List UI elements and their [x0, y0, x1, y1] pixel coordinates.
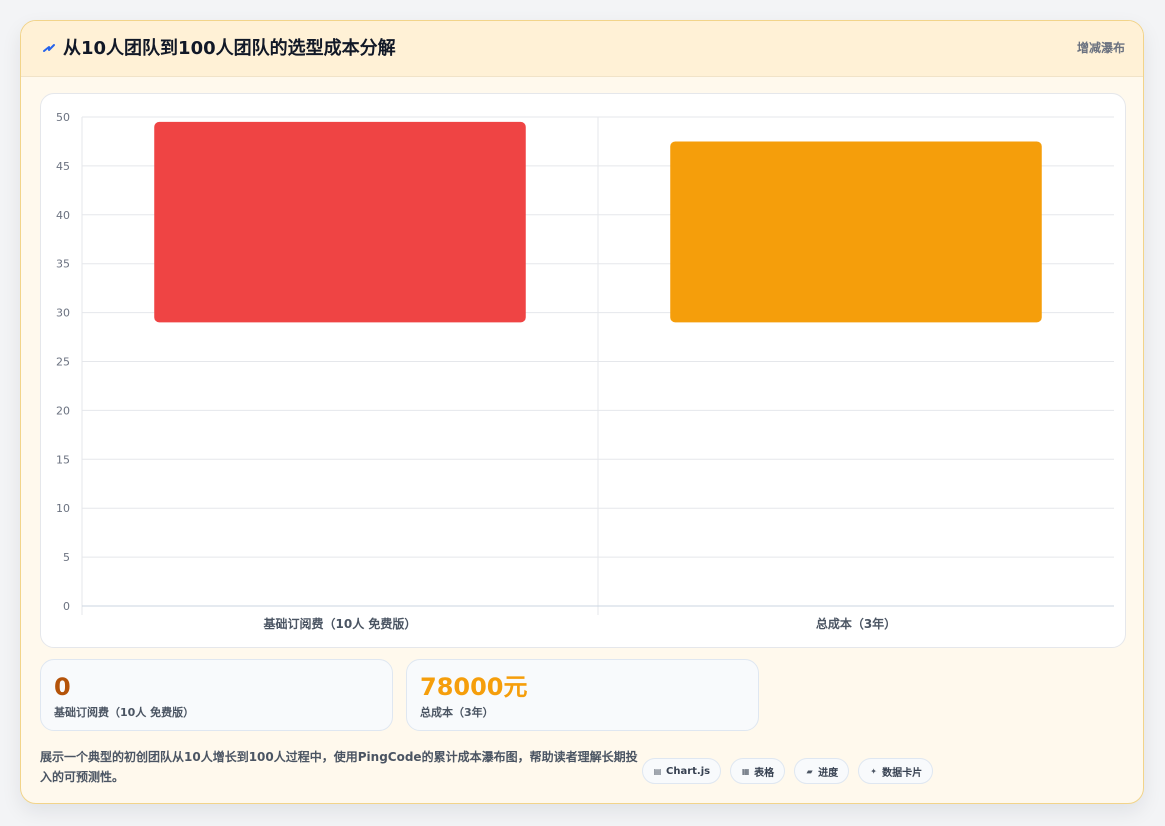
progress-icon: ▰: [806, 766, 813, 776]
stat-label: 基础订阅费（10人 免费版）: [54, 706, 195, 719]
y-tick-label: 50: [56, 111, 70, 124]
y-tick-label: 10: [56, 502, 70, 515]
tag-label: 表格: [754, 767, 775, 779]
y-tick-label: 30: [56, 307, 70, 320]
waterfall-chart: 0 5 10 15 20 25 30 35 40 45 50 基础订阅费（10人 免费版） 总成本（3年…: [56, 111, 1114, 631]
tag-label: 进度: [818, 767, 839, 779]
y-tick-label: 20: [56, 404, 70, 417]
x-tick-label: 基础订阅费（10人 免费版）: [263, 616, 417, 631]
stat-value: 78000元: [420, 673, 528, 701]
chart-type-label: 增减瀑布: [1076, 41, 1125, 55]
waterfall-bar: [154, 121, 526, 323]
y-tick-label: 35: [56, 258, 70, 271]
chart-card: 从10人团队到100人团队的选型成本分解 增减瀑布 0 5 10 15 20 25 30 35…: [20, 20, 1144, 804]
stat-card-total-cost: 78000元 总成本（3年）: [406, 659, 759, 731]
tag-chartjs[interactable]: ▤ Chart.js: [642, 758, 722, 784]
chart-panel: 0 5 10 15 20 25 30 35 40 45 50 基础订阅费（10人 免费版） 总成本（3年…: [40, 93, 1126, 648]
y-tick-label: 40: [56, 209, 70, 222]
x-tick-label: 总成本（3年）: [816, 616, 896, 631]
tag-label: 数据卡片: [882, 767, 923, 779]
y-tick-label: 15: [56, 453, 70, 466]
table-icon: ▦: [741, 766, 750, 776]
chart-description: 展示一个典型的初创团队从10人增长到100人过程中，使用PingCode的累计成…: [40, 750, 638, 784]
stat-label: 总成本（3年）: [420, 706, 494, 719]
y-tick-label: 0: [63, 600, 70, 613]
feature-tags: ▤ Chart.js ▦ 表格 ▰ 进度 ✦ 数据卡片: [642, 758, 934, 784]
stat-value: 0: [54, 673, 71, 701]
waterfall-icon: [43, 44, 55, 52]
data-card-icon: ✦: [870, 766, 877, 776]
card-title: 从10人团队到100人团队的选型成本分解: [63, 38, 396, 59]
tag-data-card[interactable]: ✦ 数据卡片: [858, 758, 934, 784]
y-tick-label: 5: [63, 551, 70, 564]
chart-icon: ▤: [653, 766, 662, 776]
waterfall-bar: [670, 141, 1042, 323]
tag-table[interactable]: ▦ 表格: [730, 758, 786, 784]
y-tick-label: 25: [56, 356, 70, 369]
y-tick-label: 45: [56, 160, 70, 173]
stat-card-base-subscription: 0 基础订阅费（10人 免费版）: [40, 659, 393, 731]
tag-progress[interactable]: ▰ 进度: [794, 758, 850, 784]
card-header: 从10人团队到100人团队的选型成本分解 增减瀑布: [21, 21, 1143, 77]
tag-label: Chart.js: [666, 765, 711, 777]
